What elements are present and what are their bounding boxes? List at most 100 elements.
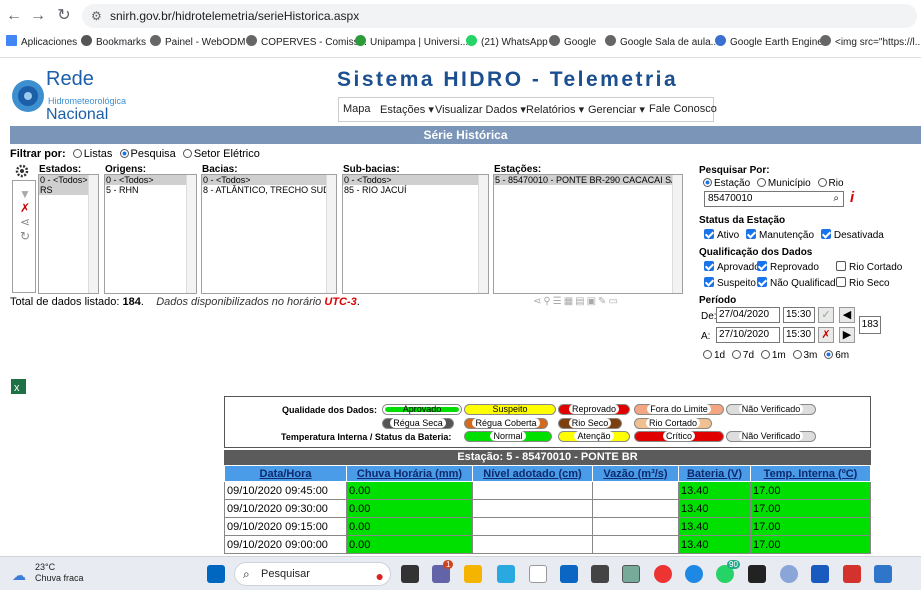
radio-listas[interactable]	[72, 149, 82, 158]
cancel-x-icon[interactable]: ✗	[818, 327, 834, 343]
bookmark-item[interactable]: Unipampa | Universi...	[355, 33, 468, 53]
radio-7d[interactable]	[731, 350, 741, 359]
scrollbar[interactable]	[88, 175, 98, 293]
reload-icon[interactable]: ↻	[54, 6, 74, 26]
station-search-input[interactable]: 85470010 ⌕	[704, 191, 844, 207]
share-icon[interactable]: ⋖	[17, 215, 33, 229]
next-arrow-icon[interactable]: ▶	[839, 327, 855, 343]
menu-estacoes[interactable]: Estações ▾	[380, 103, 434, 116]
col-nivel[interactable]: Nível adotado (cm)	[472, 465, 593, 482]
app-icon[interactable]	[748, 565, 766, 583]
scrollbar[interactable]	[326, 175, 336, 293]
address-bar[interactable]: ⚙ snirh.gov.br/hidrotelemetria/serieHist…	[82, 4, 917, 28]
task-view-icon[interactable]	[401, 565, 419, 583]
radio-1d[interactable]	[703, 350, 712, 359]
back-icon[interactable]: ←	[4, 6, 24, 26]
checkbox-reprovado[interactable]	[757, 261, 767, 271]
site-info-icon[interactable]: ⚙	[91, 9, 102, 23]
list-option[interactable]: 0 - <Todos>	[105, 175, 196, 185]
list-option[interactable]: 8 - ATLÂNTICO, TRECHO SUDES	[202, 185, 336, 195]
refresh-icon[interactable]: ↻	[17, 229, 33, 243]
info-icon[interactable]: i	[850, 189, 854, 206]
rhn-logo[interactable]: Rede Hidrometeorológica Nacional	[10, 66, 140, 124]
col-data-hora[interactable]: Data/Hora	[224, 465, 347, 482]
bookmark-item[interactable]: Google	[549, 33, 596, 53]
time-to-input[interactable]: 15:30	[783, 327, 815, 343]
menu-gerenciar[interactable]: Gerenciar ▾	[588, 103, 645, 116]
bookmark-item[interactable]: Bookmarks	[81, 33, 146, 53]
settings-gear-icon[interactable]	[14, 163, 32, 179]
confirm-check-icon[interactable]: ✓	[818, 307, 834, 323]
snipping-tool-icon[interactable]	[622, 565, 640, 583]
date-from-input[interactable]: 27/04/2020	[716, 307, 780, 323]
clear-filter-icon[interactable]: ✗	[17, 201, 33, 215]
notepad-icon[interactable]	[529, 565, 547, 583]
list-icon[interactable]: ☰	[553, 296, 564, 307]
map-pin-icon[interactable]: ⚲	[543, 296, 552, 307]
url-text[interactable]: snirh.gov.br/hidrotelemetria/serieHistor…	[110, 9, 359, 23]
list-option[interactable]: 5 - RHN	[105, 185, 196, 195]
checkbox-rio-cortado[interactable]	[836, 261, 846, 271]
search-icon[interactable]: ⌕	[833, 192, 839, 206]
windows-start-icon[interactable]	[207, 565, 225, 583]
calculator-icon[interactable]	[591, 565, 609, 583]
prev-arrow-icon[interactable]: ◀	[839, 307, 855, 323]
radio-pesquisa[interactable]	[119, 149, 129, 158]
radio-setor-eletrico[interactable]	[182, 149, 192, 158]
radio-1m[interactable]	[760, 350, 770, 359]
radio-3m[interactable]	[792, 350, 802, 359]
tool-icon[interactable]: ✎	[598, 296, 608, 307]
list-option[interactable]: 85 - RIO JACUÍ	[343, 185, 488, 195]
r-app-icon[interactable]	[780, 565, 798, 583]
bookmark-item[interactable]: <img src="https://l...	[820, 33, 921, 53]
checkbox-suspeito[interactable]	[704, 277, 714, 287]
col-chuva[interactable]: Chuva Horária (mm)	[346, 465, 473, 482]
radio-rio[interactable]	[817, 178, 827, 187]
chrome-icon[interactable]	[654, 565, 672, 583]
calendar-icon[interactable]	[560, 565, 578, 583]
menu-relatorios[interactable]: Relatórios ▾	[526, 103, 584, 116]
scrollbar[interactable]	[478, 175, 488, 293]
scrollbar[interactable]	[672, 175, 682, 293]
app-icon[interactable]	[874, 565, 892, 583]
share-icon[interactable]: ⋖	[533, 296, 543, 307]
weather-icon[interactable]: ☁	[12, 567, 26, 584]
word-icon[interactable]	[811, 565, 829, 583]
checkbox-rio-seco[interactable]	[836, 277, 846, 287]
pcd-icon[interactable]: ▭	[608, 296, 619, 307]
menu-visualizar-dados[interactable]: Visualizar Dados ▾	[435, 103, 526, 116]
file-explorer-icon[interactable]	[464, 565, 482, 583]
excel-export-icon[interactable]: x	[10, 378, 28, 396]
list-option[interactable]: 5 - 85470010 - PONTE BR-290 CACACAI SÃO …	[494, 175, 682, 185]
date-to-input[interactable]: 27/10/2020	[716, 327, 780, 343]
radio-municipio[interactable]	[756, 178, 766, 187]
checkbox-aprovado[interactable]	[704, 261, 714, 271]
checkbox-nao-qualificado[interactable]	[757, 277, 767, 287]
scrollbar[interactable]	[186, 175, 196, 293]
radio-estacao[interactable]	[703, 178, 712, 187]
bookmark-item[interactable]: Painel - WebODM	[150, 33, 245, 53]
checkbox-manutencao[interactable]	[746, 229, 757, 239]
taskbar-search[interactable]: ⌕ Pesquisar ●	[234, 562, 391, 586]
edge-icon[interactable]	[685, 565, 703, 583]
menu-fale-conosco[interactable]: Fale Conosco	[649, 103, 717, 115]
estados-listbox[interactable]: 0 - <Todos> RS	[38, 174, 99, 294]
time-from-input[interactable]: 15:30	[783, 307, 815, 323]
filter-icon[interactable]: ▼	[17, 187, 33, 201]
bookmark-item[interactable]: Google Sala de aula...	[605, 33, 719, 53]
bookmark-item[interactable]: (21) WhatsApp	[466, 33, 548, 53]
bookmark-item[interactable]: Google Earth Engine	[715, 33, 823, 53]
origens-listbox[interactable]: 0 - <Todos> 5 - RHN	[104, 174, 197, 294]
bookmark-item[interactable]: COPERVES - Comiss...	[246, 33, 367, 53]
weather-widget[interactable]: 23°C Chuva fraca	[35, 562, 84, 584]
acrobat-icon[interactable]	[843, 565, 861, 583]
estacoes-listbox[interactable]: 5 - 85470010 - PONTE BR-290 CACACAI SÃO …	[493, 174, 683, 294]
xls-icon[interactable]: ▣	[587, 296, 598, 307]
chart-icon[interactable]: ▤	[575, 296, 586, 307]
menu-mapa[interactable]: Mapa	[343, 103, 371, 115]
col-vazao[interactable]: Vazão (m³/s)	[592, 465, 679, 482]
radio-6m[interactable]	[824, 350, 834, 359]
bookmark-item[interactable]: Aplicaciones	[6, 33, 77, 53]
checkbox-desativada[interactable]	[820, 229, 831, 239]
col-temp[interactable]: Temp. Interna (ºC)	[750, 465, 871, 482]
